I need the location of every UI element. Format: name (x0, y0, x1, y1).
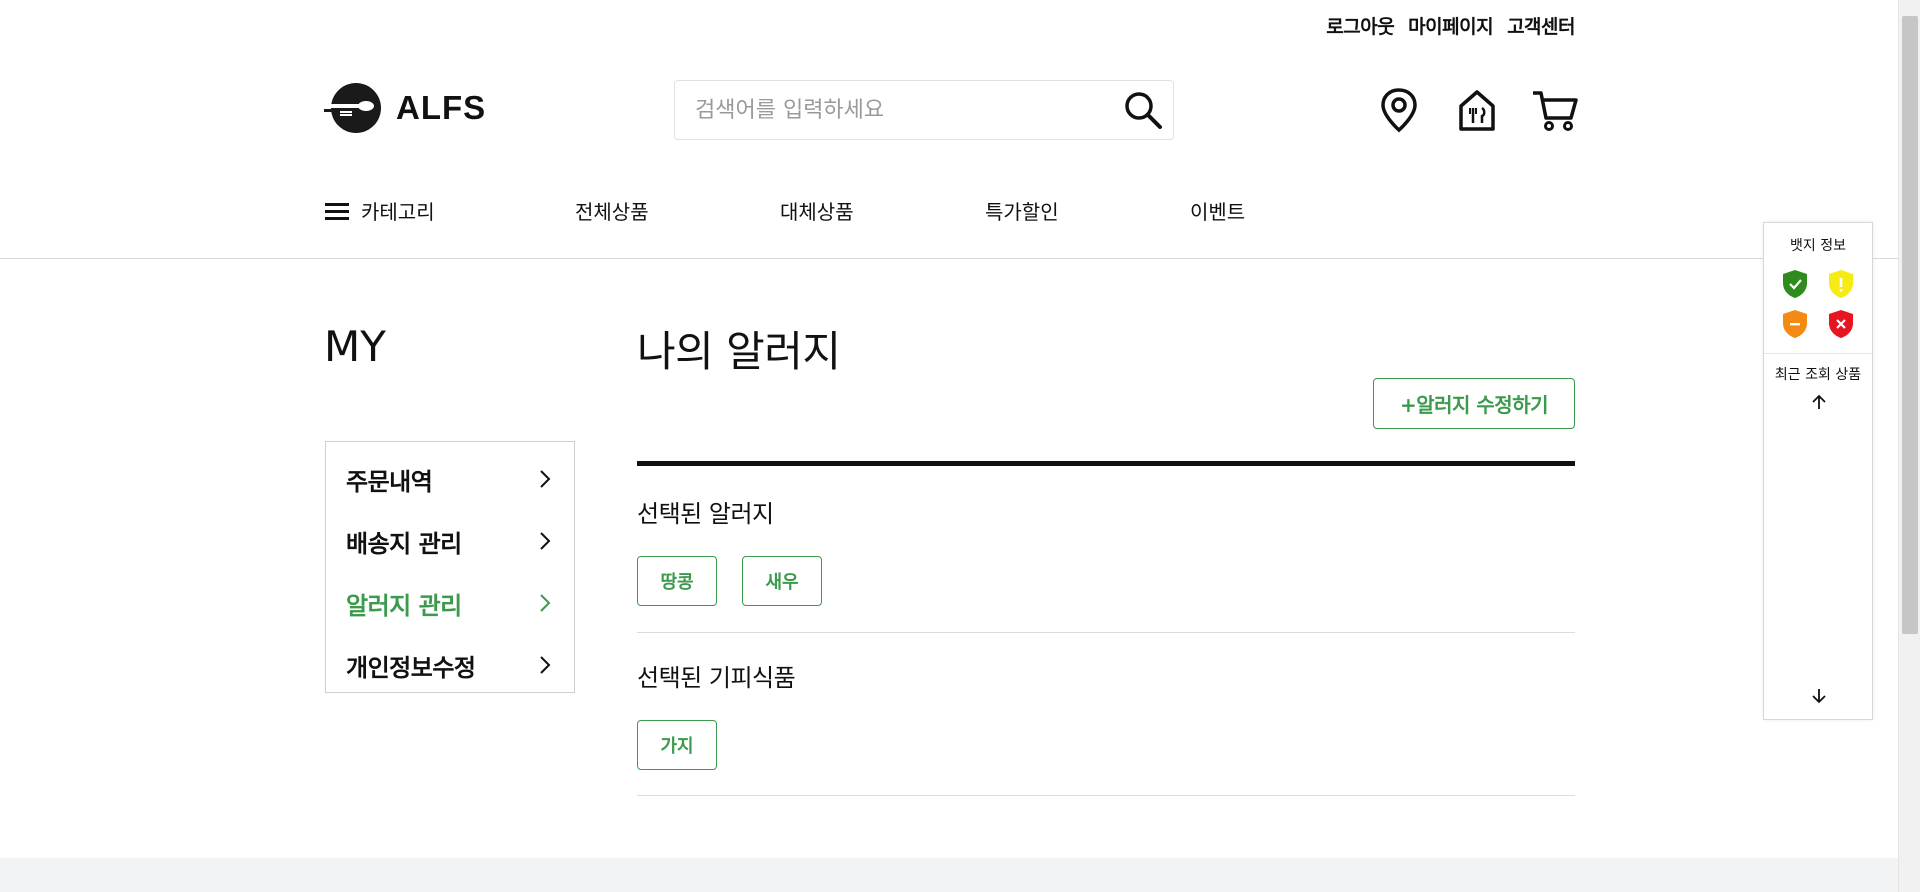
caution-badge-icon (1829, 270, 1853, 298)
search-input[interactable] (675, 81, 1113, 139)
section-divider (637, 632, 1575, 633)
main-nav: 카테고리 전체상품 대체상품 특가할인 이벤트 (325, 196, 1395, 225)
selected-avoid-title: 선택된 기피식품 (637, 664, 796, 692)
badge-legend (1764, 269, 1872, 339)
customer-center-link[interactable]: 고객센터 (1507, 12, 1575, 39)
header-icons (1375, 84, 1579, 136)
chevron-right-icon (540, 470, 551, 488)
sidebar-item-label: 배송지 관리 (346, 529, 462, 558)
arrow-up-icon[interactable] (1810, 393, 1828, 411)
category-label: 카테고리 (361, 200, 435, 224)
my-sidebar: 주문내역 배송지 관리 알러지 관리 개인정보수정 (325, 441, 575, 693)
sidebar-item-orders[interactable]: 주문내역 (326, 448, 574, 510)
nav-divider (0, 258, 1898, 259)
sidebar-item-addresses[interactable]: 배송지 관리 (326, 510, 574, 572)
allergy-tag[interactable]: 새우 (742, 556, 822, 606)
page-title: 나의 알러지 (637, 327, 841, 376)
store-icon (1459, 90, 1495, 131)
warning-badge-icon (1783, 310, 1807, 338)
cart-icon (1533, 91, 1578, 131)
scrollbar-thumb[interactable] (1902, 16, 1918, 634)
search-button[interactable] (1113, 81, 1173, 139)
sidebar-item-label: 알러지 관리 (346, 591, 462, 620)
page-scrollbar[interactable] (1898, 0, 1920, 892)
search-box (674, 80, 1174, 140)
chevron-right-icon (540, 594, 551, 612)
edit-allergy-button[interactable]: +알러지 수정하기 (1373, 378, 1575, 429)
sidebar-item-allergy[interactable]: 알러지 관리 (326, 572, 574, 634)
sidebar-item-label: 주문내역 (346, 467, 433, 496)
brand-name: ALFS (396, 89, 487, 126)
cart-button[interactable] (1531, 84, 1579, 136)
store-button[interactable] (1453, 84, 1501, 136)
utility-links: 로그아웃 마이페이지 고객센터 (1326, 12, 1575, 39)
avoid-tag-list: 가지 (637, 720, 717, 770)
arrow-down-icon[interactable] (1810, 687, 1828, 705)
safe-badge-icon (1783, 270, 1807, 298)
sidebar-item-profile[interactable]: 개인정보수정 (326, 634, 574, 696)
search-icon (1125, 92, 1162, 129)
category-menu-button[interactable]: 카테고리 (325, 196, 575, 225)
badge-info-title: 뱃지 정보 (1790, 238, 1846, 254)
danger-badge-icon (1829, 310, 1853, 338)
footer (0, 858, 1898, 892)
logout-link[interactable]: 로그아웃 (1326, 12, 1394, 39)
section-divider (637, 795, 1575, 796)
allergy-tag-list: 땅콩 새우 (637, 556, 822, 606)
brand-logo[interactable]: ALFS (324, 82, 486, 134)
title-divider (637, 461, 1575, 466)
panel-divider (1764, 353, 1872, 354)
avoid-tag[interactable]: 가지 (637, 720, 717, 770)
nav-event[interactable]: 이벤트 (1190, 196, 1395, 225)
mypage-link[interactable]: 마이페이지 (1408, 12, 1493, 39)
logo-mark-icon (324, 83, 381, 133)
sidebar-title: MY (324, 322, 386, 371)
chevron-right-icon (540, 656, 551, 674)
location-button[interactable] (1375, 84, 1423, 136)
location-pin-icon (1381, 88, 1417, 133)
floating-side-panel: 뱃지 정보 최근 조회 상품 (1763, 222, 1873, 720)
recent-products-title: 최근 조회 상품 (1774, 367, 1862, 383)
nav-all-products[interactable]: 전체상품 (575, 196, 780, 225)
allergy-tag[interactable]: 땅콩 (637, 556, 717, 606)
nav-alternative-products[interactable]: 대체상품 (780, 196, 985, 225)
nav-special-discount[interactable]: 특가할인 (985, 196, 1190, 225)
chevron-right-icon (540, 532, 551, 550)
sidebar-item-label: 개인정보수정 (346, 653, 476, 682)
selected-allergy-title: 선택된 알러지 (637, 500, 774, 528)
hamburger-icon (325, 202, 349, 220)
